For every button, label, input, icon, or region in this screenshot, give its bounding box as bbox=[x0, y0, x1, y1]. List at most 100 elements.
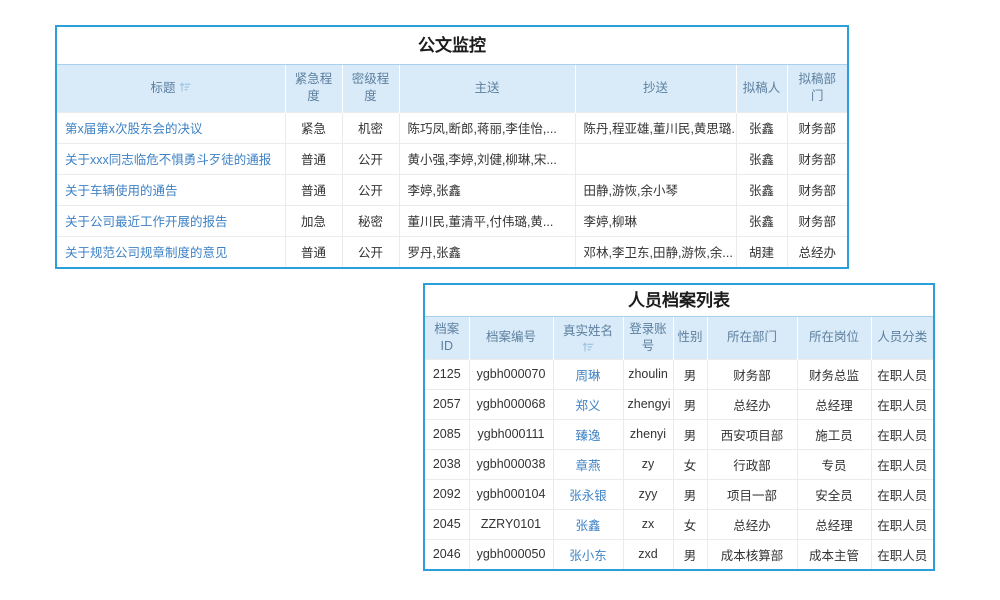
document-title-link[interactable]: 关于公司最近工作开展的报告 bbox=[65, 215, 228, 229]
table-cell: zhengyi bbox=[623, 389, 673, 419]
table-cell: 普通 bbox=[285, 174, 342, 205]
table-cell: 臻逸 bbox=[553, 419, 623, 449]
person-name-link[interactable]: 张鑫 bbox=[575, 519, 600, 533]
table-cell: ygbh000111 bbox=[469, 419, 553, 449]
table-cell: 在职人员 bbox=[871, 539, 933, 569]
table-cell: 公开 bbox=[342, 143, 399, 174]
column-label: 人员分类 bbox=[877, 330, 927, 344]
table-cell: 男 bbox=[673, 419, 707, 449]
table-cell: 秘密 bbox=[342, 205, 399, 236]
table-cell: 男 bbox=[673, 539, 707, 569]
document-monitor-table: 公文监控 标题 紧急程度密级程度主送抄送拟稿人拟稿部门第x届第x次股东会的决议紧… bbox=[55, 25, 849, 269]
column-header-1: 档案ID bbox=[425, 317, 469, 359]
table-row: 2092ygbh000104张永银zyy男项目一部安全员在职人员 bbox=[425, 479, 933, 509]
table-cell: 专员 bbox=[797, 449, 871, 479]
column-label: 档案编号 bbox=[486, 330, 536, 344]
table-cell: 张鑫 bbox=[553, 509, 623, 539]
table-cell: 财务部 bbox=[787, 174, 847, 205]
column-label: 所在部门 bbox=[727, 330, 777, 344]
table-row: 2057ygbh000068郑义zhengyi男总经办总经理在职人员 bbox=[425, 389, 933, 419]
header-row: 标题 紧急程度密级程度主送抄送拟稿人拟稿部门 bbox=[57, 65, 847, 112]
person-name-link[interactable]: 郑义 bbox=[575, 399, 600, 413]
person-name-link[interactable]: 张小东 bbox=[569, 549, 607, 563]
column-header-8: 人员分类 bbox=[871, 317, 933, 359]
column-header-2: 紧急程度 bbox=[285, 65, 342, 112]
table-cell: zyy bbox=[623, 479, 673, 509]
column-label: 密级程度 bbox=[352, 72, 390, 103]
table-cell: 财务部 bbox=[707, 359, 797, 389]
table-cell: 总经办 bbox=[707, 509, 797, 539]
table-cell: zx bbox=[623, 509, 673, 539]
table-cell: 邓林,李卫东,田静,游恢,余... bbox=[575, 236, 736, 267]
table-cell: 女 bbox=[673, 509, 707, 539]
table-cell: 郑义 bbox=[553, 389, 623, 419]
table-cell: 黄小强,李婷,刘健,柳琳,宋... bbox=[399, 143, 575, 174]
table-cell: 施工员 bbox=[797, 419, 871, 449]
table-cell: 2057 bbox=[425, 389, 469, 419]
table-cell: 2125 bbox=[425, 359, 469, 389]
person-name-link[interactable]: 臻逸 bbox=[575, 429, 600, 443]
table-cell: 2045 bbox=[425, 509, 469, 539]
table-cell: 关于公司最近工作开展的报告 bbox=[57, 205, 285, 236]
table-cell: 张永银 bbox=[553, 479, 623, 509]
column-header-4: 主送 bbox=[399, 65, 575, 112]
table-cell: 2085 bbox=[425, 419, 469, 449]
table-cell: 成本主管 bbox=[797, 539, 871, 569]
table-cell: ZZRY0101 bbox=[469, 509, 553, 539]
document-title-link[interactable]: 关于车辆使用的通告 bbox=[65, 184, 178, 198]
table-cell: 罗丹,张鑫 bbox=[399, 236, 575, 267]
column-header-5: 抄送 bbox=[575, 65, 736, 112]
table-row: 关于车辆使用的通告普通公开李婷,张鑫田静,游恢,余小琴张鑫财务部 bbox=[57, 174, 847, 205]
person-name-link[interactable]: 周琳 bbox=[575, 369, 600, 383]
table-cell: 紧急 bbox=[285, 112, 342, 143]
table-cell: 周琳 bbox=[553, 359, 623, 389]
table-cell: 陈巧凤,断郎,蒋丽,李佳怡,... bbox=[399, 112, 575, 143]
person-name-link[interactable]: 章燕 bbox=[575, 459, 600, 473]
document-title-link[interactable]: 关于规范公司规章制度的意见 bbox=[65, 246, 228, 260]
table-cell: zhoulin bbox=[623, 359, 673, 389]
table-cell: 普通 bbox=[285, 236, 342, 267]
personnel-archive-table: 人员档案列表 档案ID档案编号真实姓名登录账号性别所在部门所在岗位人员分类212… bbox=[423, 283, 935, 571]
table-cell: 张鑫 bbox=[736, 143, 787, 174]
table-cell: 总经办 bbox=[787, 236, 847, 267]
column-header-1[interactable]: 标题 bbox=[57, 65, 285, 112]
column-label: 抄送 bbox=[643, 81, 668, 95]
table-cell: 关于规范公司规章制度的意见 bbox=[57, 236, 285, 267]
table-cell: 陈丹,程亚雄,董川民,黄思璐... bbox=[575, 112, 736, 143]
table-cell: zxd bbox=[623, 539, 673, 569]
column-header-6: 所在部门 bbox=[707, 317, 797, 359]
document-monitor-grid: 标题 紧急程度密级程度主送抄送拟稿人拟稿部门第x届第x次股东会的决议紧急机密陈巧… bbox=[57, 65, 847, 267]
table-cell: 张小东 bbox=[553, 539, 623, 569]
document-monitor-title: 公文监控 bbox=[57, 27, 847, 65]
table-cell: 公开 bbox=[342, 174, 399, 205]
person-name-link[interactable]: 张永银 bbox=[569, 489, 607, 503]
document-title-link[interactable]: 第x届第x次股东会的决议 bbox=[65, 122, 203, 136]
column-header-7: 拟稿部门 bbox=[787, 65, 847, 112]
document-title-link[interactable]: 关于xxx同志临危不惧勇斗歹徒的通报 bbox=[65, 153, 271, 167]
header-row: 档案ID档案编号真实姓名登录账号性别所在部门所在岗位人员分类 bbox=[425, 317, 933, 359]
table-cell: 第x届第x次股东会的决议 bbox=[57, 112, 285, 143]
table-row: 第x届第x次股东会的决议紧急机密陈巧凤,断郎,蒋丽,李佳怡,...陈丹,程亚雄,… bbox=[57, 112, 847, 143]
column-header-2: 档案编号 bbox=[469, 317, 553, 359]
column-label: 标题 bbox=[151, 81, 176, 95]
page: 公文监控 标题 紧急程度密级程度主送抄送拟稿人拟稿部门第x届第x次股东会的决议紧… bbox=[0, 0, 1000, 600]
table-cell: 在职人员 bbox=[871, 389, 933, 419]
table-cell: 董川民,董清平,付伟璐,黄... bbox=[399, 205, 575, 236]
personnel-archive-grid: 档案ID档案编号真实姓名登录账号性别所在部门所在岗位人员分类2125ygbh00… bbox=[425, 317, 933, 569]
table-cell bbox=[575, 143, 736, 174]
table-row: 2045ZZRY0101 张鑫 zx女总经办总经理在职人员 bbox=[425, 509, 933, 539]
table-cell: 财务总监 bbox=[797, 359, 871, 389]
table-cell: ygbh000068 bbox=[469, 389, 553, 419]
table-cell: 普通 bbox=[285, 143, 342, 174]
table-cell: 男 bbox=[673, 359, 707, 389]
table-row: 2046ygbh000050张小东zxd男成本核算部成本主管在职人员 bbox=[425, 539, 933, 569]
table-cell: 2038 bbox=[425, 449, 469, 479]
column-header-5: 性别 bbox=[673, 317, 707, 359]
table-cell: 2046 bbox=[425, 539, 469, 569]
table-cell: 在职人员 bbox=[871, 509, 933, 539]
table-cell: 财务部 bbox=[787, 143, 847, 174]
table-cell: 西安项目部 bbox=[707, 419, 797, 449]
column-header-3[interactable]: 真实姓名 bbox=[553, 317, 623, 359]
table-row: 关于xxx同志临危不惧勇斗歹徒的通报普通公开黄小强,李婷,刘健,柳琳,宋... 张… bbox=[57, 143, 847, 174]
table-cell: 总经理 bbox=[797, 509, 871, 539]
